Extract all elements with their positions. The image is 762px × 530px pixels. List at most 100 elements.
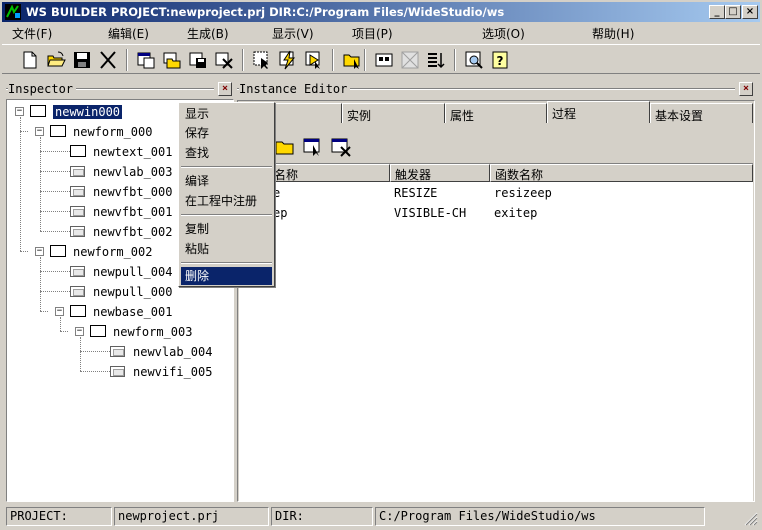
align-icon [375, 53, 393, 67]
pulldown-widget-icon [70, 286, 85, 297]
ctx-compile[interactable]: 编译 [181, 172, 272, 190]
ctx-save[interactable]: 保存 [181, 124, 272, 142]
column-header-trigger[interactable]: 触发器 [390, 164, 490, 182]
new-file-icon [23, 51, 37, 69]
save-window-button[interactable] [186, 48, 210, 72]
new-file-button[interactable] [18, 48, 42, 72]
base-widget-icon [70, 305, 86, 317]
run-button[interactable] [302, 48, 326, 72]
new-window-button[interactable] [134, 48, 158, 72]
menu-view[interactable]: 显示(V) [272, 25, 314, 42]
table-cell-trigger[interactable]: VISIBLE-CH [394, 204, 489, 222]
window-folder-icon [163, 52, 181, 69]
text-widget-icon [70, 145, 86, 157]
tab-properties[interactable]: 属性 [445, 103, 547, 123]
tree-node-newform-003[interactable]: − newform_003 [75, 323, 233, 341]
ctx-copy[interactable]: 复制 [181, 220, 272, 238]
maximize-button[interactable]: □ [725, 5, 741, 19]
resize-grip-icon[interactable] [744, 512, 758, 526]
ctx-delete[interactable]: 删除 [181, 267, 272, 285]
help-button[interactable]: ? [488, 48, 512, 72]
ctx-show[interactable]: 显示 [181, 105, 272, 123]
run-icon [305, 51, 320, 69]
tab-instance[interactable]: 实例 [342, 103, 445, 123]
order-button[interactable] [424, 48, 448, 72]
table-cell-trigger[interactable]: RESIZE [394, 184, 489, 202]
minimize-button[interactable]: _ [709, 5, 725, 19]
open-window-button[interactable] [160, 48, 184, 72]
collapse-icon[interactable]: − [15, 107, 24, 116]
status-dir-value: C:/Program Files/WideStudio/ws [375, 507, 705, 526]
table-cell-function[interactable]: resizeep [494, 184, 694, 202]
table-cell-name[interactable]: e [273, 184, 383, 202]
folder-icon [275, 141, 294, 155]
tree-node-newvlab-004[interactable]: newvlab_004 [95, 343, 233, 361]
menu-edit[interactable]: 编辑(E) [108, 25, 149, 42]
context-menu: 显示 保存 查找 编译 在工程中注册 复制 粘贴 删除 [178, 102, 275, 287]
ctx-register-in-project[interactable]: 在工程中注册 [181, 192, 272, 210]
collapse-icon[interactable]: − [35, 127, 44, 136]
ctx-paste[interactable]: 粘贴 [181, 240, 272, 258]
instance-editor-title: Instance Editor [239, 82, 351, 96]
cut-button[interactable] [96, 48, 120, 72]
close-icon: × [221, 83, 229, 94]
menu-project[interactable]: 项目(P) [352, 25, 393, 42]
window-icon [30, 105, 46, 117]
menu-options[interactable]: 选项(O) [482, 25, 525, 42]
select-object-button[interactable] [250, 48, 274, 72]
open-folder-icon [47, 51, 66, 67]
inspector-title: Inspector [8, 82, 77, 96]
minimize-icon: _ [714, 6, 720, 17]
instance-editor-close-button[interactable]: × [739, 82, 753, 96]
magnifier-icon [465, 51, 483, 69]
folder-icon [343, 54, 360, 69]
tab-procedures[interactable]: 过程 [547, 101, 650, 123]
form-icon [90, 325, 106, 337]
delete-procedure-button[interactable] [330, 136, 352, 158]
status-bar: PROJECT: newproject.prj DIR: C:/Program … [2, 506, 760, 528]
input-widget-icon [110, 366, 125, 377]
save-button[interactable] [70, 48, 94, 72]
grid-icon [401, 51, 419, 69]
open-folder-button[interactable] [44, 48, 68, 72]
close-icon: × [745, 6, 755, 17]
tree-node-newvifi-005[interactable]: newvifi_005 [95, 363, 233, 381]
new-window-icon [137, 52, 155, 69]
help-icon: ? [492, 51, 508, 69]
add-procedure-button[interactable] [274, 136, 296, 158]
menu-file[interactable]: 文件(F) [12, 25, 52, 42]
select-procedure-button[interactable] [302, 136, 324, 158]
cut-icon [100, 51, 116, 69]
preview-button[interactable] [462, 48, 486, 72]
procedure-table[interactable]: 名称 触发器 函数名称 e RESIZE resizeep ep VISIBLE… [239, 163, 753, 501]
title-bar[interactable]: WS BUILDER PROJECT:newproject.prj DIR:C:… [2, 2, 760, 22]
align-button[interactable] [372, 48, 396, 72]
menu-help[interactable]: 帮助(H) [592, 25, 634, 42]
tree-node-newbase-001[interactable]: − newbase_001 [55, 303, 233, 321]
instance-editor-header: Instance Editor × [237, 81, 755, 97]
menu-bar: 文件(F) 编辑(E) 生成(B) 显示(V) 项目(P) 选项(O) 帮助(H… [2, 23, 760, 43]
menu-build[interactable]: 生成(B) [187, 25, 229, 42]
column-header-function[interactable]: 函数名称 [490, 164, 753, 182]
delete-window-button[interactable] [212, 48, 236, 72]
button-widget-icon [70, 206, 85, 217]
collapse-icon[interactable]: − [75, 327, 84, 336]
label-widget-icon [110, 346, 125, 357]
form-icon [50, 245, 66, 257]
status-project-label: PROJECT: [6, 507, 112, 526]
inspector-close-button[interactable]: × [218, 82, 232, 96]
build-button[interactable] [276, 48, 300, 72]
close-button[interactable]: × [742, 5, 758, 19]
folder-select-button[interactable] [340, 48, 364, 72]
grid-button[interactable] [398, 48, 422, 72]
window-save-icon [189, 52, 206, 68]
collapse-icon[interactable]: − [35, 247, 44, 256]
table-cell-name[interactable]: ep [273, 204, 383, 222]
ctx-find[interactable]: 查找 [181, 144, 272, 162]
collapse-icon[interactable]: − [55, 307, 64, 316]
app-icon [5, 4, 21, 20]
table-cell-function[interactable]: exitep [494, 204, 694, 222]
label-widget-icon [70, 166, 85, 177]
maximize-icon: □ [728, 6, 738, 17]
tab-basic-settings[interactable]: 基本设置 [650, 103, 753, 123]
